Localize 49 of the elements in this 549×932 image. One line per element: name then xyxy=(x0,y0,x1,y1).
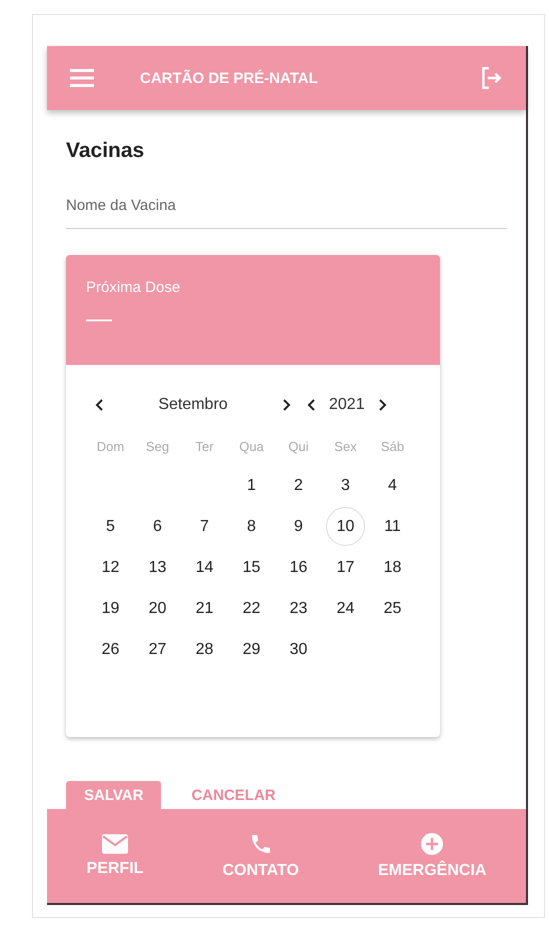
weekday-label: Seg xyxy=(144,438,170,456)
calendar-day[interactable]: 7 xyxy=(181,506,228,547)
calendar-day[interactable]: 17 xyxy=(322,547,369,588)
calendar-day[interactable]: 29 xyxy=(228,629,275,670)
weekday-label: Qua xyxy=(238,438,265,456)
calendar-day[interactable]: 19 xyxy=(87,588,134,629)
calendar-day[interactable]: 6 xyxy=(134,506,181,547)
month-label: Setembro xyxy=(157,396,229,414)
plus-circle-icon xyxy=(420,832,444,856)
chevron-right-icon xyxy=(376,399,387,411)
calendar-day[interactable]: 30 xyxy=(275,629,322,670)
calendar-day[interactable]: 24 xyxy=(322,588,369,629)
calendar-day[interactable]: 20 xyxy=(134,588,181,629)
calendar-day[interactable]: 27 xyxy=(134,629,181,670)
calendar-day[interactable]: 25 xyxy=(369,588,416,629)
calendar-day[interactable]: 21 xyxy=(181,588,228,629)
calendar-day[interactable]: 26 xyxy=(87,629,134,670)
next-dose-label: Próxima Dose xyxy=(86,279,182,296)
app-title: CARTÃO DE PRÉ-NATAL xyxy=(140,70,319,86)
chevron-right-icon xyxy=(281,399,291,411)
calendar-day[interactable]: 3 xyxy=(322,465,369,506)
calendar-day[interactable]: 9 xyxy=(275,506,322,547)
calendar-day[interactable]: 11 xyxy=(369,506,416,547)
calendar-day[interactable]: 22 xyxy=(228,588,275,629)
weekday-label: Sex xyxy=(333,438,358,456)
calendar-day[interactable]: 12 xyxy=(87,547,134,588)
chevron-left-icon xyxy=(307,399,317,411)
calendar-day[interactable]: 14 xyxy=(181,547,228,588)
calendar-day[interactable]: 18 xyxy=(369,547,416,588)
calendar-day[interactable]: 5 xyxy=(87,506,134,547)
calendar-day[interactable]: 2 xyxy=(275,465,322,506)
calendar-day[interactable]: 1 xyxy=(228,465,275,506)
year-label: 2021 xyxy=(328,396,366,414)
weekday-label: Ter xyxy=(194,438,215,456)
page-title: Vacinas xyxy=(66,139,146,163)
date-value: — xyxy=(86,304,113,332)
calendar-day[interactable]: 16 xyxy=(275,547,322,588)
weekday-label: Sáb xyxy=(380,438,406,456)
calendar-day[interactable]: 13 xyxy=(134,547,181,588)
envelope-icon xyxy=(102,834,128,854)
calendar-day[interactable]: 10 xyxy=(326,507,365,546)
calendar-day[interactable]: 8 xyxy=(228,506,275,547)
calendar-day[interactable]: 15 xyxy=(228,547,275,588)
calendar-day[interactable]: 4 xyxy=(369,465,416,506)
chevron-left-icon xyxy=(95,399,105,411)
weekday-label: Dom xyxy=(96,438,126,456)
weekday-label: Qui xyxy=(287,438,310,456)
calendar-day[interactable]: 28 xyxy=(181,629,228,670)
calendar-day[interactable]: 23 xyxy=(275,588,322,629)
